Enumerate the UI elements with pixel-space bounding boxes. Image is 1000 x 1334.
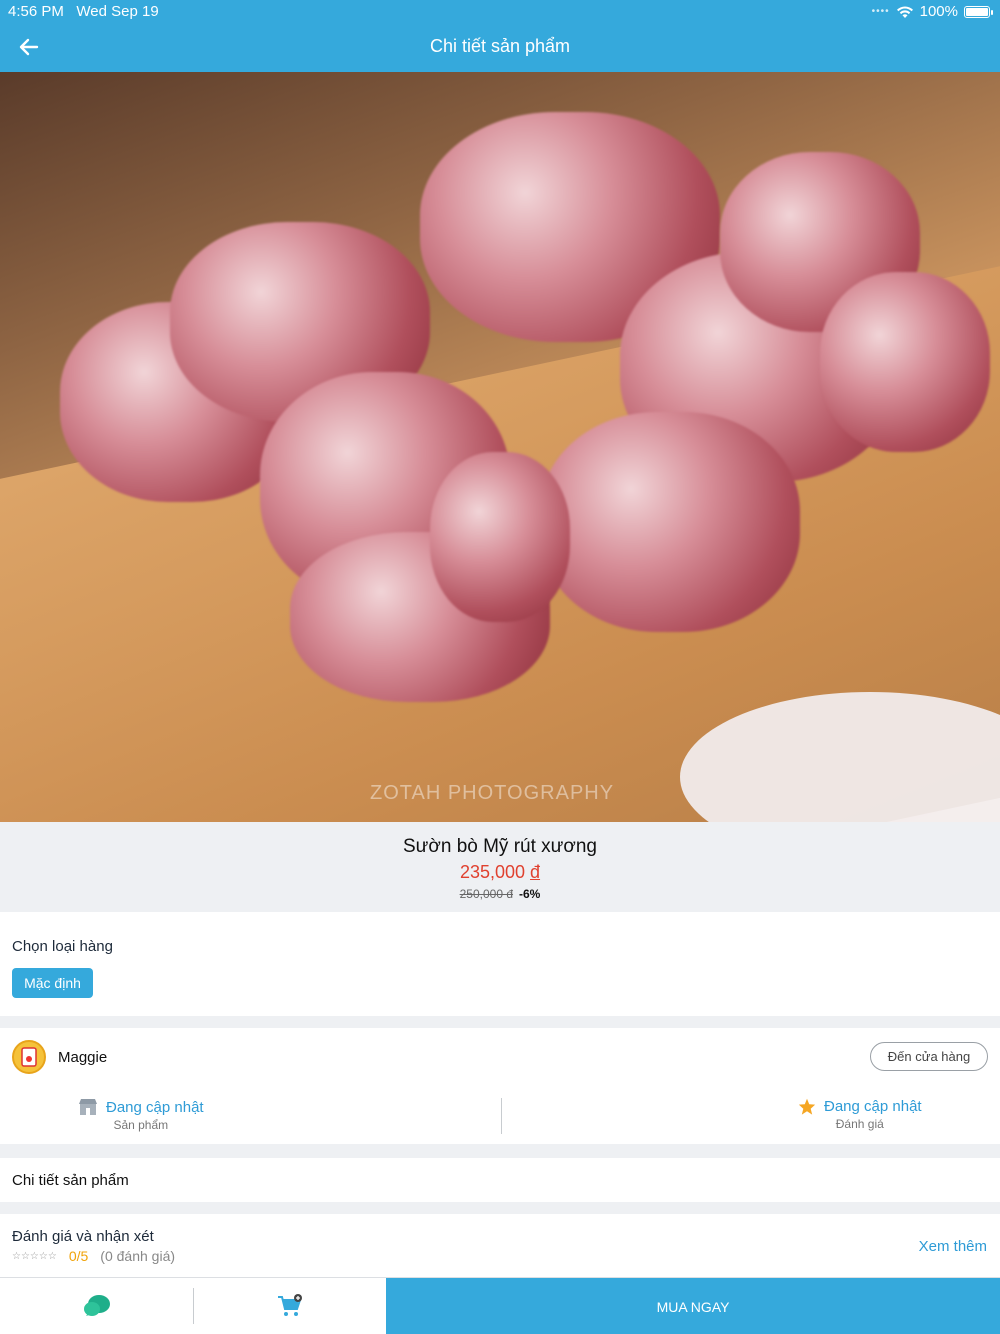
go-to-store-button[interactable]: Đến cửa hàng bbox=[870, 1042, 988, 1071]
battery-icon bbox=[964, 5, 993, 18]
shop-avatar[interactable] bbox=[12, 1040, 46, 1074]
see-more-link[interactable]: Xem thêm bbox=[919, 1238, 987, 1255]
shop-section: Maggie Đến cửa hàng Đang cập nhật Sản ph… bbox=[0, 1028, 1000, 1144]
product-info: Sườn bò Mỹ rút xương 235,000 đ 250,000 đ… bbox=[0, 822, 1000, 912]
review-count: (0 đánh giá) bbox=[100, 1248, 176, 1264]
review-section: Đánh giá và nhận xét ☆☆☆☆☆ 0/5 (0 đánh g… bbox=[0, 1214, 1000, 1277]
signal-icon: •••• bbox=[871, 6, 890, 17]
old-price-row: 250,000 đ -6% bbox=[0, 887, 1000, 901]
product-name: Sườn bò Mỹ rút xương bbox=[403, 836, 597, 857]
star-icon bbox=[798, 1098, 816, 1115]
shop-rating-stat: Đang cập nhật Đánh giá bbox=[798, 1098, 922, 1131]
variant-section: Chọn loại hàng Mặc định bbox=[0, 912, 1000, 1016]
battery-percent: 100% bbox=[919, 3, 958, 20]
shop-name[interactable]: Maggie bbox=[58, 1049, 107, 1066]
chat-icon bbox=[83, 1295, 110, 1316]
cart-add-icon bbox=[278, 1294, 302, 1316]
top-bar: 4:56 PM Wed Sep 19 •••• 100% Chi tiết sả… bbox=[0, 0, 1000, 72]
product-detail-section[interactable]: Chi tiết sản phẩm bbox=[0, 1158, 1000, 1202]
image-watermark: ZOTAH PHOTOGRAPHY bbox=[370, 782, 615, 804]
shop-logo-icon bbox=[21, 1047, 37, 1067]
status-time: 4:56 PM Wed Sep 19 bbox=[8, 3, 159, 20]
wifi-icon bbox=[896, 5, 913, 18]
buy-now-button[interactable]: MUA NGAY bbox=[386, 1278, 1000, 1334]
status-bar: 4:56 PM Wed Sep 19 •••• 100% bbox=[0, 0, 1000, 24]
product-detail-label: Chi tiết sản phẩm bbox=[12, 1172, 129, 1189]
product-image[interactable]: ZOTAH PHOTOGRAPHY bbox=[0, 72, 1000, 822]
products-value: Đang cập nhật bbox=[106, 1098, 204, 1116]
page-title: Chi tiết sản phẩm bbox=[429, 36, 571, 56]
store-icon bbox=[79, 1099, 97, 1115]
review-label: Đánh giá và nhận xét bbox=[12, 1228, 154, 1245]
old-price: 250,000 đ bbox=[459, 887, 514, 901]
review-score: 0/5 bbox=[68, 1248, 89, 1264]
bottom-action-bar: MUA NGAY bbox=[0, 1277, 1000, 1334]
add-to-cart-button[interactable] bbox=[194, 1278, 386, 1334]
chat-button[interactable] bbox=[0, 1278, 193, 1334]
variant-default-button[interactable]: Mặc định bbox=[12, 968, 93, 998]
product-price: 235,000 đ bbox=[459, 862, 541, 882]
shop-products-stat: Đang cập nhật Sản phẩm bbox=[78, 1098, 204, 1132]
discount-badge: -6% bbox=[519, 887, 541, 901]
products-caption: Sản phẩm bbox=[113, 1118, 169, 1132]
rating-stars-icon: ☆☆☆☆☆ bbox=[12, 1250, 57, 1262]
rating-value: Đang cập nhật bbox=[824, 1098, 922, 1115]
rating-caption: Đánh giá bbox=[835, 1117, 884, 1131]
variant-label: Chọn loại hàng bbox=[12, 938, 113, 955]
